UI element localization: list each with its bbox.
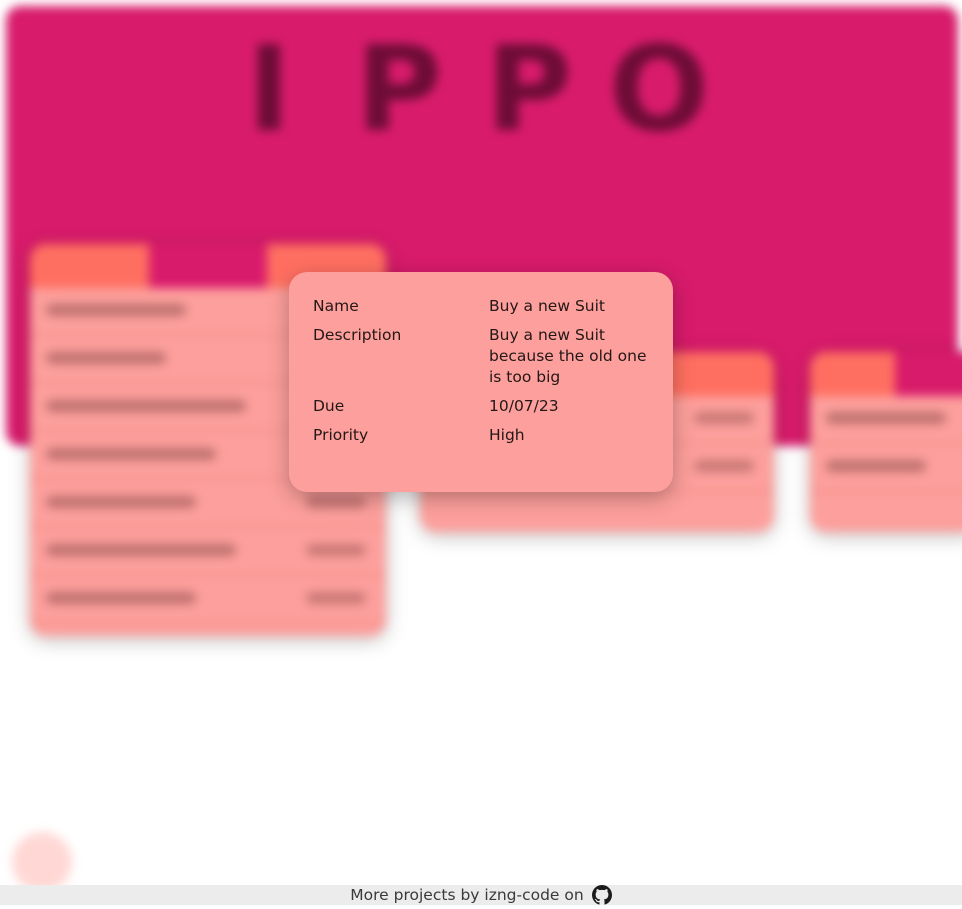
- logo-letter: P: [355, 20, 447, 158]
- add-button[interactable]: [12, 832, 72, 892]
- list-item[interactable]: [810, 396, 962, 444]
- task-name-value: Buy a new Suit: [489, 297, 605, 315]
- task-name-label: Name: [313, 297, 359, 315]
- task-name-row: Name Buy a new Suit: [313, 296, 649, 317]
- logo-letter: P: [485, 20, 577, 158]
- task-description-label: Description: [313, 326, 402, 344]
- task-due-value: 10/07/23: [489, 397, 559, 415]
- task-details-modal[interactable]: Name Buy a new Suit Description Buy a ne…: [289, 272, 673, 492]
- task-priority-row: Priority High: [313, 425, 649, 446]
- app-logo: I P P O: [206, 20, 726, 158]
- task-description-row: Description Buy a new Suit because the o…: [313, 325, 649, 388]
- logo-letter: I: [247, 20, 295, 158]
- panel-header: [810, 352, 962, 396]
- task-priority-label: Priority: [313, 426, 369, 444]
- task-priority-value: High: [489, 426, 525, 444]
- list-item[interactable]: [810, 444, 962, 492]
- task-description-value: Buy a new Suit because the old one is to…: [489, 326, 647, 386]
- task-due-label: Due: [313, 397, 345, 415]
- project-panel[interactable]: [810, 352, 962, 532]
- logo-letter: O: [608, 20, 714, 158]
- github-icon[interactable]: [591, 885, 612, 905]
- task-due-row: Due 10/07/23: [313, 396, 649, 417]
- list-item[interactable]: [30, 528, 386, 576]
- footer: More projects by izng-code on: [0, 885, 962, 905]
- footer-link[interactable]: More projects by izng-code on: [350, 886, 583, 904]
- list-item[interactable]: [30, 576, 386, 624]
